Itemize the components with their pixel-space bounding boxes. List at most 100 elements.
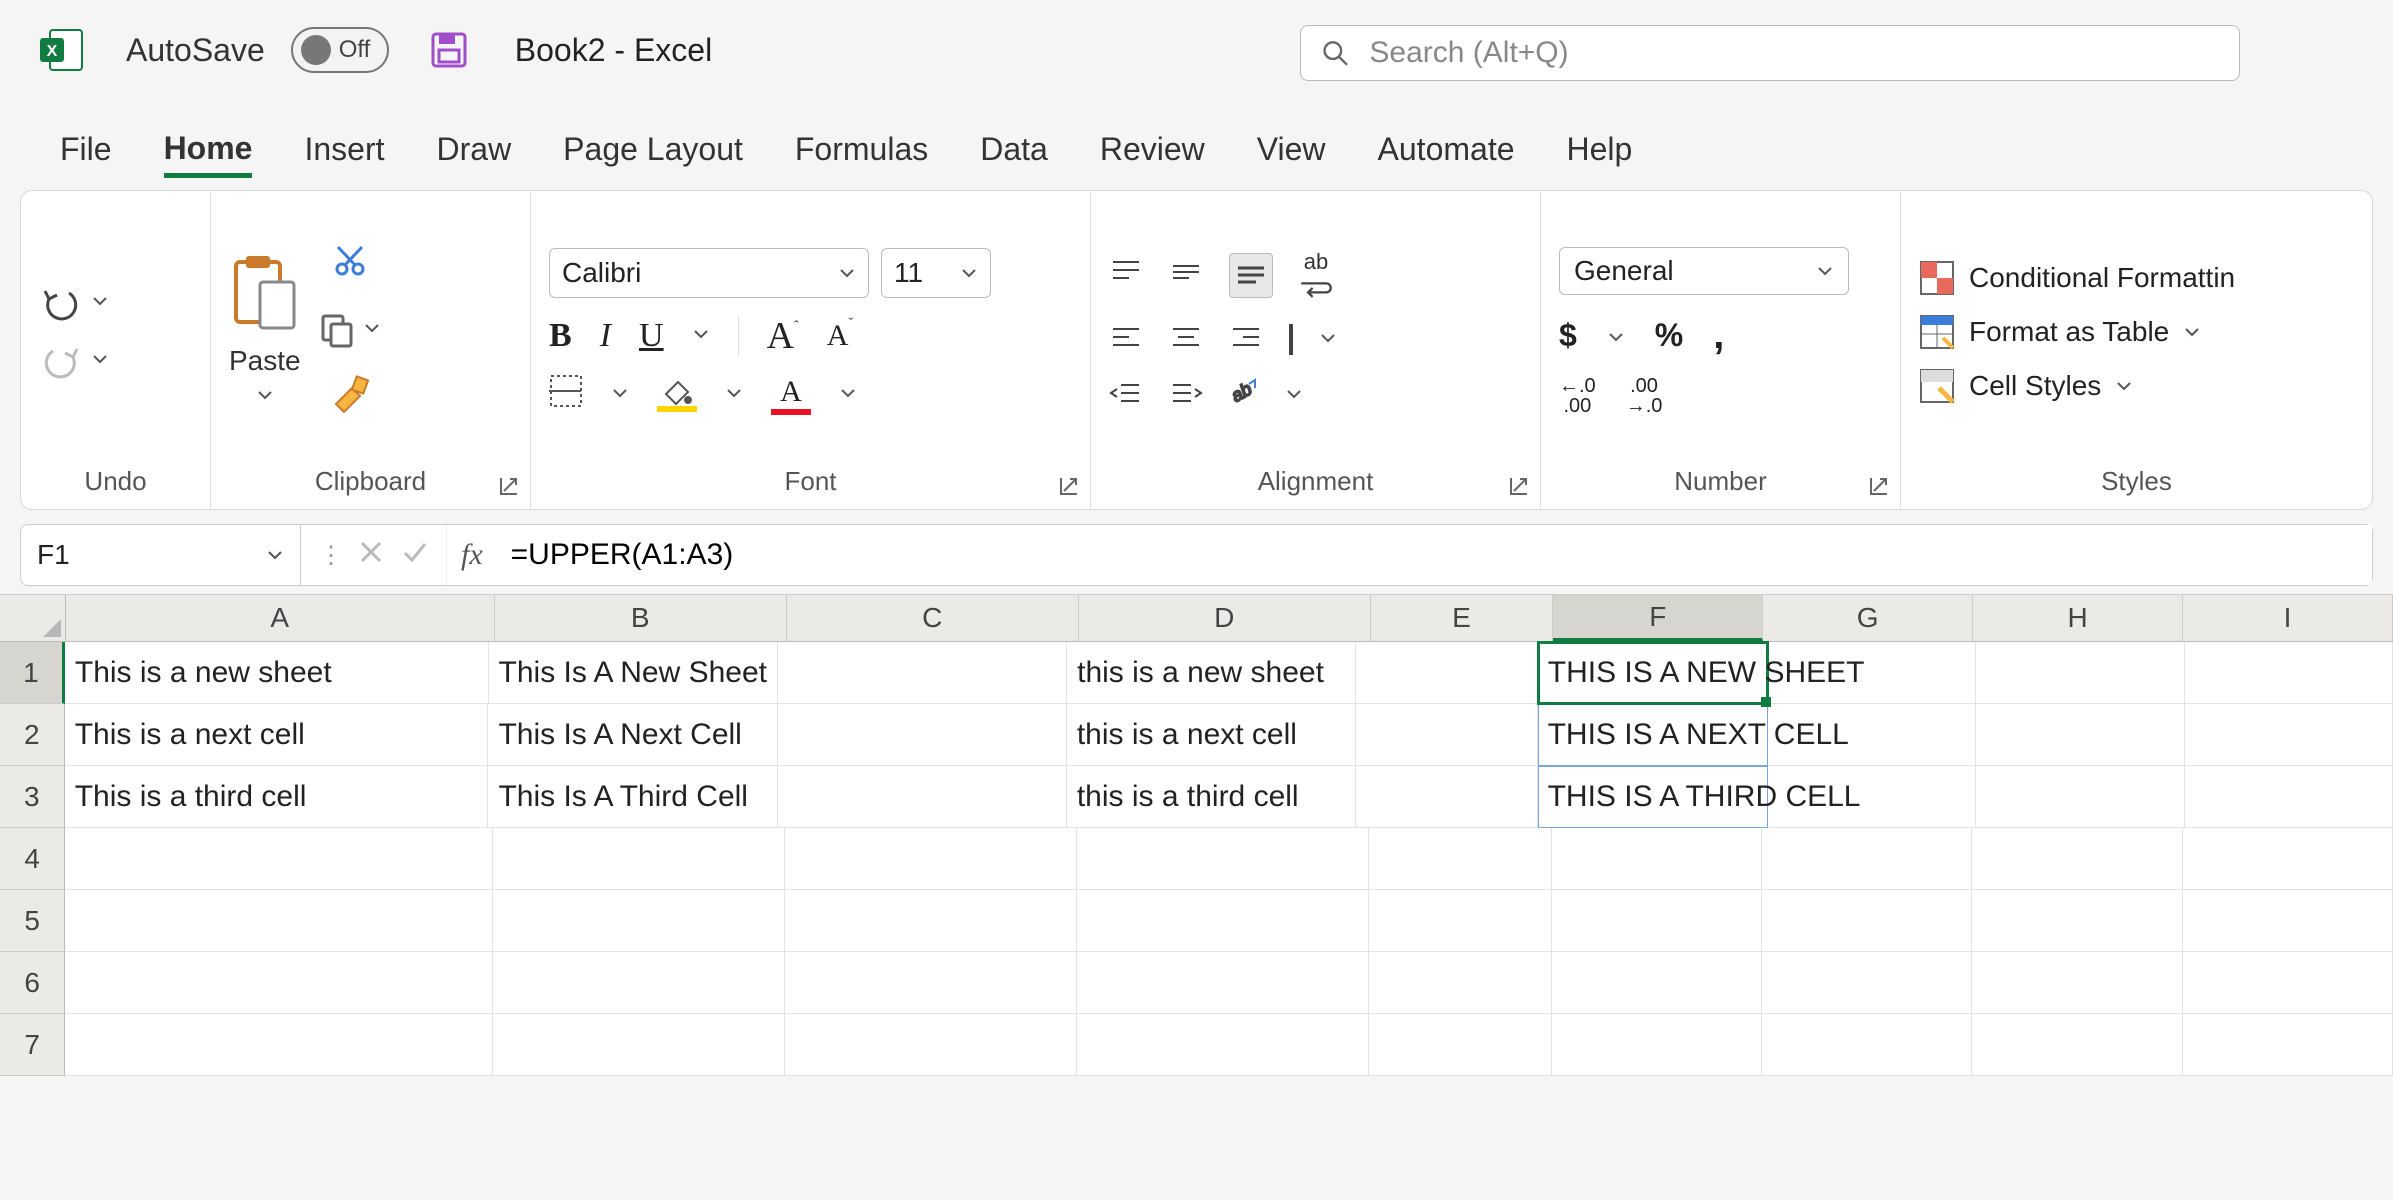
insert-function-button[interactable]: fx (447, 525, 497, 585)
cell[interactable] (1972, 952, 2182, 1014)
copy-button[interactable] (319, 312, 381, 348)
cell[interactable]: THIS IS A NEXT CELL (1538, 704, 1768, 766)
search-input[interactable] (1369, 36, 2219, 70)
column-header[interactable]: B (495, 595, 787, 641)
cell[interactable] (1356, 766, 1538, 828)
cell[interactable] (2183, 1014, 2393, 1076)
tab-file[interactable]: File (60, 131, 112, 178)
cut-button[interactable] (332, 243, 368, 286)
align-bottom-button[interactable] (1229, 253, 1273, 298)
conditional-formatting-button[interactable]: Conditional Formattin (1919, 260, 2235, 296)
cell[interactable] (785, 952, 1077, 1014)
formula-input[interactable] (497, 525, 2372, 585)
cell[interactable] (778, 704, 1067, 766)
cell[interactable] (1356, 642, 1538, 704)
cell[interactable] (65, 952, 493, 1014)
tab-insert[interactable]: Insert (304, 131, 384, 178)
tab-draw[interactable]: Draw (437, 131, 512, 178)
cell[interactable] (65, 828, 493, 890)
cell[interactable] (2185, 704, 2393, 766)
chevron-down-icon[interactable] (1285, 382, 1303, 410)
cell[interactable] (1369, 952, 1552, 1014)
increase-indent-button[interactable] (1169, 379, 1203, 414)
cell[interactable] (785, 828, 1077, 890)
cell[interactable] (493, 828, 785, 890)
tab-page-layout[interactable]: Page Layout (563, 131, 743, 178)
orientation-button[interactable]: ab (1229, 378, 1259, 415)
autosave-toggle[interactable]: Off (291, 27, 389, 73)
tab-home[interactable]: Home (164, 130, 253, 178)
underline-button[interactable]: U (639, 317, 664, 355)
column-header[interactable]: I (2183, 595, 2393, 641)
cell[interactable] (1077, 890, 1369, 952)
dialog-launcher-icon[interactable] (1508, 475, 1530, 497)
chevron-down-icon[interactable] (839, 381, 857, 409)
cell[interactable] (1762, 952, 1972, 1014)
cell[interactable] (1762, 1014, 1972, 1076)
cancel-formula-button[interactable] (358, 539, 384, 572)
cell[interactable] (785, 1014, 1077, 1076)
row-header[interactable]: 1 (0, 642, 65, 704)
chevron-down-icon[interactable] (1607, 317, 1625, 354)
row-header[interactable]: 2 (0, 704, 65, 766)
column-header[interactable]: E (1371, 595, 1554, 641)
cell[interactable] (778, 642, 1067, 704)
format-as-table-button[interactable]: Format as Table (1919, 314, 2235, 350)
cell[interactable] (1972, 828, 2182, 890)
tab-help[interactable]: Help (1567, 131, 1633, 178)
column-header[interactable]: C (787, 595, 1079, 641)
cell[interactable] (1077, 828, 1369, 890)
chevron-down-icon[interactable] (1319, 326, 1337, 354)
tab-automate[interactable]: Automate (1378, 131, 1515, 178)
cell[interactable]: This is a next cell (65, 704, 489, 766)
chevron-down-icon[interactable] (725, 381, 743, 409)
cell[interactable] (1762, 890, 1972, 952)
format-painter-button[interactable] (330, 374, 370, 421)
cell[interactable]: this is a new sheet (1067, 642, 1356, 704)
align-center-button[interactable] (1169, 323, 1203, 358)
cell[interactable] (2183, 828, 2393, 890)
chevron-down-icon[interactable] (611, 381, 629, 409)
cell[interactable] (2183, 890, 2393, 952)
cell[interactable] (1077, 1014, 1369, 1076)
cell[interactable] (1976, 766, 2184, 828)
cell[interactable]: THIS IS A NEW SHEET (1538, 642, 1768, 704)
column-header[interactable]: F (1553, 595, 1763, 641)
cell[interactable]: This Is A Next Cell (488, 704, 777, 766)
percent-format-button[interactable]: % (1655, 317, 1683, 354)
font-name-select[interactable]: Calibri (549, 248, 869, 298)
cell[interactable]: This Is A Third Cell (488, 766, 777, 828)
number-format-select[interactable]: General (1559, 247, 1849, 295)
fill-color-button[interactable] (657, 378, 697, 412)
cell[interactable] (1552, 828, 1762, 890)
cell[interactable]: This Is A New Sheet (489, 642, 778, 704)
row-header[interactable]: 4 (0, 828, 65, 890)
row-header[interactable]: 5 (0, 890, 65, 952)
align-left-button[interactable] (1109, 323, 1143, 358)
wrap-text-button[interactable]: ab (1299, 249, 1333, 303)
align-right-button[interactable] (1229, 323, 1263, 358)
cell[interactable] (1369, 890, 1552, 952)
cell[interactable] (493, 952, 785, 1014)
cell[interactable] (65, 1014, 493, 1076)
cell[interactable] (1976, 704, 2184, 766)
cell[interactable] (493, 1014, 785, 1076)
increase-font-button[interactable]: Aˆ (767, 314, 799, 358)
align-middle-button[interactable] (1169, 258, 1203, 293)
cell[interactable] (1972, 1014, 2182, 1076)
cell[interactable] (2183, 952, 2393, 1014)
tab-review[interactable]: Review (1100, 131, 1205, 178)
merge-center-button[interactable] (1289, 326, 1293, 354)
cell[interactable] (1552, 952, 1762, 1014)
cell[interactable]: this is a next cell (1067, 704, 1356, 766)
cell[interactable] (1356, 704, 1538, 766)
decrease-font-button[interactable]: Aˇ (827, 319, 853, 353)
cell-styles-button[interactable]: Cell Styles (1919, 368, 2235, 404)
cell[interactable] (1369, 1014, 1552, 1076)
accounting-format-button[interactable]: $ (1559, 317, 1577, 354)
search-box[interactable] (1300, 25, 2240, 81)
tab-view[interactable]: View (1257, 131, 1326, 178)
column-header[interactable]: D (1079, 595, 1371, 641)
enter-formula-button[interactable] (402, 539, 428, 572)
italic-button[interactable]: I (600, 317, 611, 355)
